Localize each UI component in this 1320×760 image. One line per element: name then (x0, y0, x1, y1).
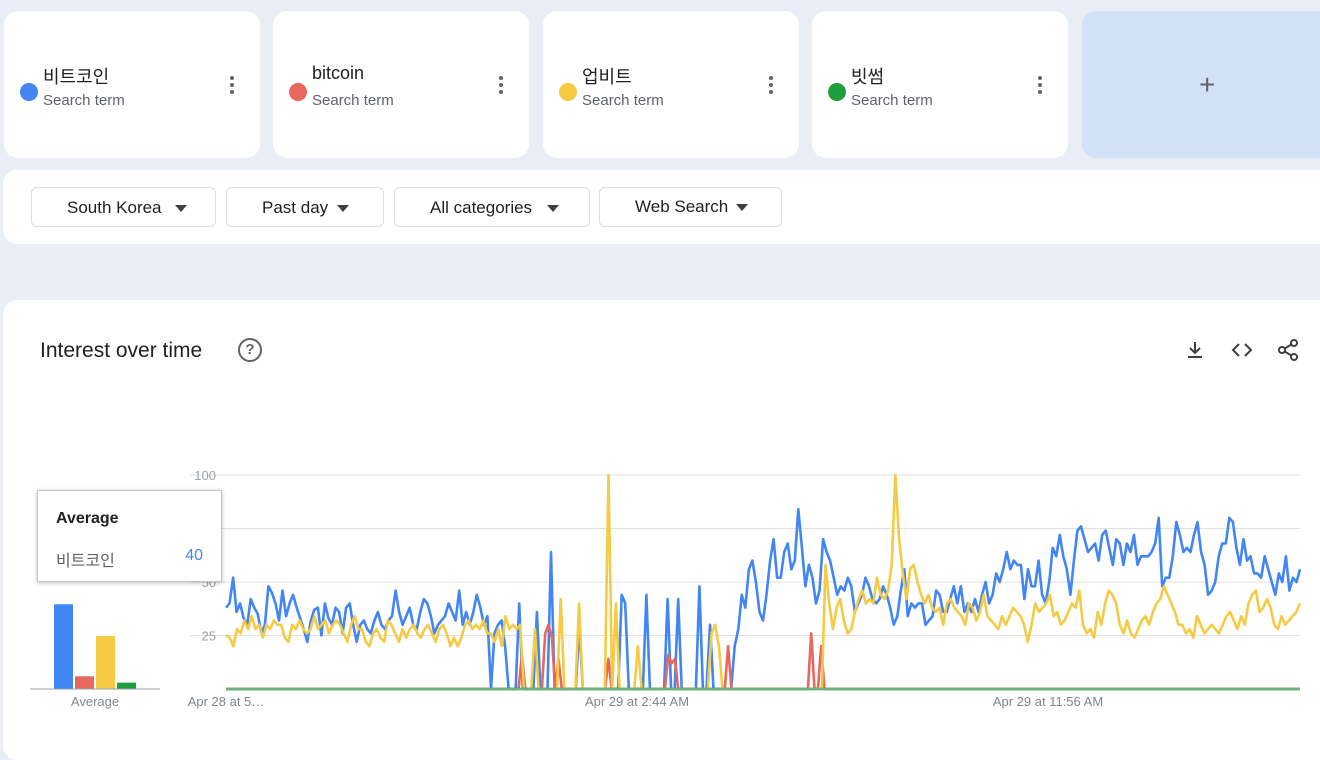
series-line-2 (226, 623, 1300, 691)
x-tick-label: Apr 28 at 5… (188, 694, 265, 709)
x-tick-label: Apr 29 at 2:44 AM (585, 694, 689, 709)
y-tick-label: 100 (194, 468, 216, 483)
x-tick-label: Apr 29 at 11:56 AM (993, 694, 1103, 709)
average-bar (96, 636, 115, 689)
tooltip-term: 비트코인 (56, 553, 115, 570)
average-bar (117, 682, 136, 689)
tooltip-title: Average (56, 510, 119, 527)
series-line-1 (224, 507, 1302, 691)
average-bar (54, 604, 73, 689)
interest-chart: 100755025Apr 28 at 5…Apr 29 at 2:44 AMAp… (30, 468, 1302, 709)
average-tooltip: Average 비트코인 40 (37, 490, 222, 582)
average-bar (75, 676, 94, 689)
tooltip-value: 40 (185, 547, 203, 564)
y-tick-label: 25 (202, 629, 216, 644)
average-label: Average (71, 694, 119, 709)
